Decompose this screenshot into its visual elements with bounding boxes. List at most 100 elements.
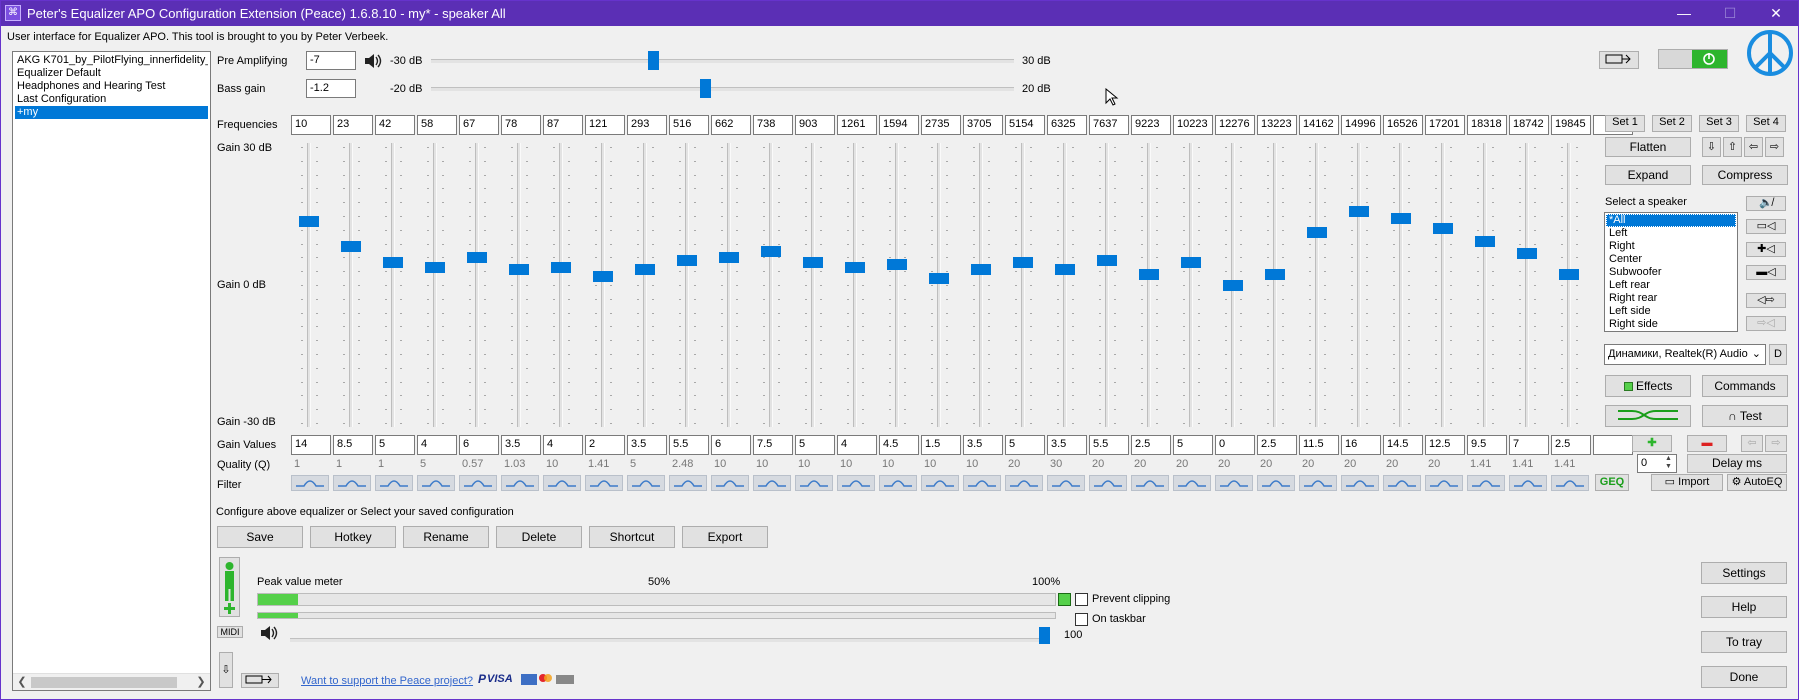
band-slider-thumb[interactable] xyxy=(677,255,697,266)
quality-value[interactable]: 1.03 xyxy=(501,456,541,473)
remove-band-button[interactable]: ▬ xyxy=(1687,435,1727,452)
quality-value[interactable]: 10 xyxy=(711,456,751,473)
filter-type-button[interactable] xyxy=(459,475,497,491)
filter-type-button[interactable] xyxy=(1173,475,1211,491)
bass-gain-input[interactable]: -1.2 xyxy=(306,79,356,98)
gain-value-input[interactable]: 3.5 xyxy=(501,435,541,455)
support-link[interactable]: Want to support the Peace project? xyxy=(301,675,473,687)
band-slider-thumb[interactable] xyxy=(593,271,613,282)
band-slider-thumb[interactable] xyxy=(845,262,865,273)
filter-type-button[interactable] xyxy=(1383,475,1421,491)
filter-type-button[interactable] xyxy=(1215,475,1253,491)
band-slider-track[interactable] xyxy=(1525,143,1529,427)
band-slider-thumb[interactable] xyxy=(1391,213,1411,224)
band-slider-thumb[interactable] xyxy=(887,259,907,270)
quality-value[interactable]: 20 xyxy=(1341,456,1381,473)
band-slider-thumb[interactable] xyxy=(1181,257,1201,268)
shift-up-button[interactable]: ⇧ xyxy=(1723,137,1742,157)
quality-value[interactable]: 20 xyxy=(1383,456,1423,473)
band-slider-track[interactable] xyxy=(1147,143,1151,427)
config-list-item[interactable]: AKG K701_by_PilotFlying_innerfidelity_Ac xyxy=(15,54,208,67)
frequency-input[interactable]: 67 xyxy=(459,115,499,135)
hotkey-button[interactable]: Hotkey xyxy=(310,526,396,548)
speaker-list[interactable]: *All Left Right Center Subwoofer Left rear Rig… xyxy=(1604,212,1738,332)
band-slider-thumb[interactable] xyxy=(1349,206,1369,217)
gain-value-input[interactable]: 5 xyxy=(1173,435,1213,455)
configuration-list[interactable]: AKG K701_by_PilotFlying_innerfidelity_Ac… xyxy=(12,51,211,691)
quality-value[interactable]: 20 xyxy=(1257,456,1297,473)
frequency-input[interactable]: 7637 xyxy=(1089,115,1129,135)
quality-value[interactable]: 1.41 xyxy=(1509,456,1549,473)
preamp-slider[interactable] xyxy=(431,51,1014,70)
frequency-input[interactable]: 17201 xyxy=(1425,115,1465,135)
frequency-input[interactable]: 13223 xyxy=(1257,115,1297,135)
frequency-input[interactable]: 78 xyxy=(501,115,541,135)
config-list-item[interactable]: +my xyxy=(15,106,208,119)
delay-spinner-icon[interactable]: ▲ ▼ xyxy=(1665,455,1675,472)
filter-type-button[interactable] xyxy=(1089,475,1127,491)
frequency-input[interactable]: 10223 xyxy=(1173,115,1213,135)
gain-value-input[interactable]: 3.5 xyxy=(627,435,667,455)
filter-type-button[interactable] xyxy=(1509,475,1547,491)
gain-value-input[interactable]: 0 xyxy=(1215,435,1255,455)
filter-type-button[interactable] xyxy=(417,475,455,491)
frequency-input[interactable]: 2735 xyxy=(921,115,961,135)
gain-value-input[interactable]: 7 xyxy=(1509,435,1549,455)
frequency-input[interactable]: 14996 xyxy=(1341,115,1381,135)
frequency-input[interactable]: 1594 xyxy=(879,115,919,135)
settings-button[interactable]: Settings xyxy=(1701,562,1787,584)
commands-button[interactable]: Commands xyxy=(1702,375,1788,397)
band-slider-track[interactable] xyxy=(1357,143,1361,427)
midi-button[interactable]: MIDI xyxy=(217,626,243,638)
payment-logos[interactable]: P VISA xyxy=(478,672,581,687)
band-slider-thumb[interactable] xyxy=(1307,227,1327,238)
band-slider-track[interactable] xyxy=(349,143,353,427)
band-slider-thumb[interactable] xyxy=(467,252,487,263)
quality-value[interactable]: 20 xyxy=(1131,456,1171,473)
band-slider-track[interactable] xyxy=(853,143,857,427)
graph-button[interactable] xyxy=(1605,405,1691,427)
frequency-input[interactable]: 662 xyxy=(711,115,751,135)
band-slider-track[interactable] xyxy=(517,143,521,427)
help-button[interactable]: Help xyxy=(1701,596,1787,618)
gain-value-input[interactable]: 12.5 xyxy=(1425,435,1465,455)
gain-value-input[interactable]: 3.5 xyxy=(1047,435,1087,455)
filter-type-button[interactable] xyxy=(1551,475,1589,491)
gain-value-input[interactable]: 1.5 xyxy=(921,435,961,455)
preamp-input[interactable]: -7 xyxy=(306,51,356,70)
autoeq-button[interactable]: ⚙ AutoEQ xyxy=(1727,474,1787,491)
band-slider-track[interactable] xyxy=(1399,143,1403,427)
filter-type-button[interactable] xyxy=(1005,475,1043,491)
filter-type-button[interactable] xyxy=(921,475,959,491)
band-slider-thumb[interactable] xyxy=(1559,269,1579,280)
filter-type-button[interactable] xyxy=(627,475,665,491)
shift-right-button[interactable]: ⇨ xyxy=(1765,137,1784,157)
device-d-button[interactable]: D xyxy=(1769,344,1787,365)
quality-value[interactable]: 20 xyxy=(1425,456,1465,473)
band-slider-thumb[interactable] xyxy=(1055,264,1075,275)
quality-value[interactable]: 1.41 xyxy=(1467,456,1507,473)
to-tray-button[interactable]: To tray xyxy=(1701,631,1787,653)
filter-type-button[interactable] xyxy=(711,475,749,491)
gain-value-input[interactable]: 5.5 xyxy=(1089,435,1129,455)
gain-value-input[interactable]: 4 xyxy=(837,435,877,455)
test-button[interactable]: ∩ Test xyxy=(1702,405,1788,427)
maximize-button[interactable]: ☐ xyxy=(1707,1,1753,26)
band-slider-track[interactable] xyxy=(1189,143,1193,427)
export-button[interactable]: Export xyxy=(682,526,768,548)
band-slider-track[interactable] xyxy=(937,143,941,427)
minimize-button[interactable]: — xyxy=(1661,1,1707,26)
band-slider-thumb[interactable] xyxy=(1139,269,1159,280)
frequency-input[interactable]: 12276 xyxy=(1215,115,1255,135)
gain-value-input[interactable]: 14.5 xyxy=(1383,435,1423,455)
frequency-input[interactable]: 516 xyxy=(669,115,709,135)
band-slider-track[interactable] xyxy=(1441,143,1445,427)
speaker-list-item[interactable]: *All xyxy=(1606,214,1736,227)
quality-value[interactable]: 10 xyxy=(753,456,793,473)
quality-value[interactable]: 20 xyxy=(1173,456,1213,473)
band-slider-thumb[interactable] xyxy=(1013,257,1033,268)
filter-type-button[interactable] xyxy=(1341,475,1379,491)
speaker-volume-icon[interactable] xyxy=(363,51,383,71)
volume-slider[interactable] xyxy=(290,627,1050,644)
gain-value-input[interactable]: 5 xyxy=(795,435,835,455)
